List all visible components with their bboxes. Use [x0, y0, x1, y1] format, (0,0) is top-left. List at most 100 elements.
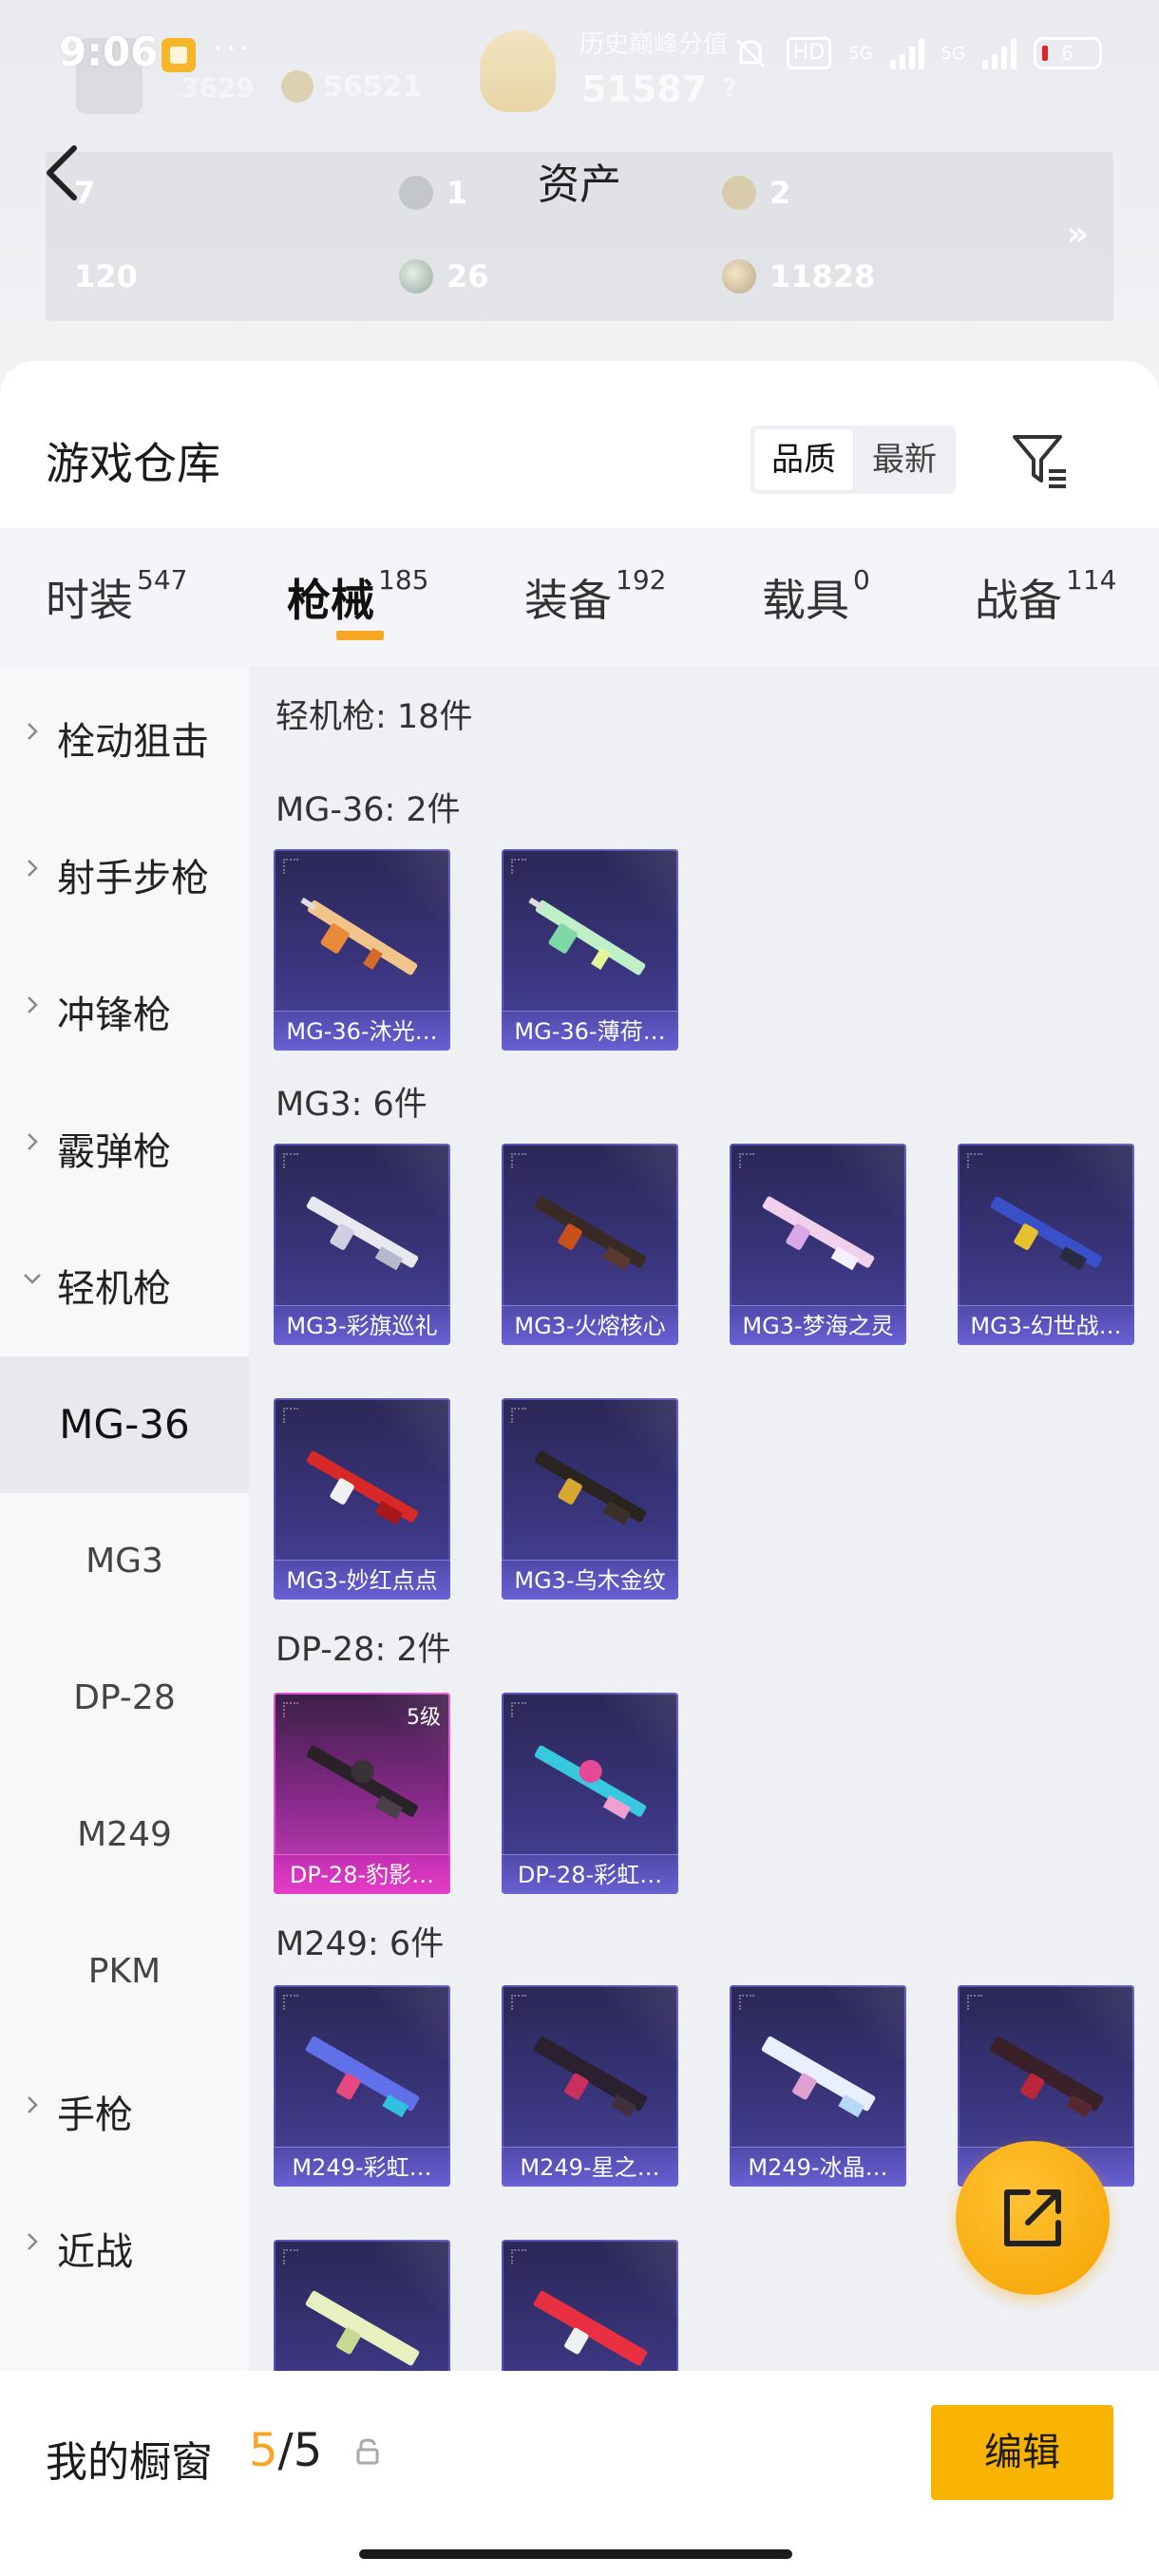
corner-decoration: [283, 1702, 298, 1717]
category-bolt-sniper[interactable]: 栓动狙击: [0, 667, 249, 800]
chevron-down-icon: [24, 1274, 41, 1284]
weapon-image: [762, 1196, 875, 1271]
asset-item: 26: [399, 258, 489, 294]
weapon-category-nav: 栓动狙击 射手步枪 冲锋枪 霰弹枪 轻机枪 MG-36 MG3 DP-28 M2…: [0, 667, 249, 2371]
battery-level: 6: [1061, 42, 1074, 65]
weapon-skin-name: M249-彩虹…: [274, 2147, 450, 2187]
corner-decoration: [283, 1995, 298, 2010]
tab-vehicles[interactable]: 载具 0: [762, 564, 870, 629]
corner-decoration: [283, 1153, 298, 1168]
subcategory-m249[interactable]: M249: [0, 1767, 249, 1904]
sort-toggle: 品质 最新: [750, 426, 956, 494]
category-label: 射手步枪: [57, 857, 209, 900]
category-lmg[interactable]: 轻机枪: [0, 1214, 249, 1347]
battery-icon: 6: [1034, 37, 1102, 69]
weapon-skin-card[interactable]: MG-36-沐光…: [274, 849, 450, 1051]
tab-count: 547: [137, 564, 188, 596]
weapon-skin-card[interactable]: MG3-幻世战…: [958, 1144, 1134, 1345]
weapon-skin-card[interactable]: MG-36-薄荷…: [502, 849, 678, 1051]
weapon-skin-name: MG-36-薄荷…: [502, 1011, 678, 1051]
showcase-total: 5: [293, 2424, 323, 2477]
page-title: 资产: [538, 161, 621, 209]
showcase-separator: /: [277, 2424, 294, 2477]
weapon-skin-name: MG3-妙红点点: [274, 1560, 450, 1600]
tab-label: 战备: [975, 575, 1062, 626]
subcategory-mg36[interactable]: MG-36: [0, 1356, 249, 1493]
assets-expand-button[interactable]: »: [1067, 215, 1089, 254]
weapon-skin-card[interactable]: MG3-妙红点点: [274, 1398, 450, 1600]
subcategory-mg3[interactable]: MG3: [0, 1493, 249, 1630]
tab-fashion[interactable]: 时装 547: [46, 564, 188, 629]
weapon-skin-name: MG3-乌木金纹: [502, 1560, 678, 1600]
weapon-image: [533, 2290, 648, 2366]
category-pistol[interactable]: 手枪: [0, 2040, 249, 2173]
weapon-skin-card[interactable]: M249-星之…: [502, 1985, 678, 2187]
sort-newest-button[interactable]: 最新: [855, 429, 954, 490]
share-button[interactable]: [956, 2141, 1110, 2295]
weapon-skin-name: DP-28-豹影…: [274, 1854, 450, 1894]
subcategory-label: MG3: [86, 1542, 163, 1581]
corner-decoration: [511, 1153, 526, 1168]
weapon-skin-card[interactable]: MG3-火熔核心: [502, 1144, 678, 1345]
lock-icon: [356, 2438, 379, 2465]
chevron-right-icon: [28, 723, 38, 740]
showcase-current: 5: [249, 2424, 278, 2477]
sort-quality-button[interactable]: 品质: [754, 429, 853, 490]
corner-decoration: [283, 1408, 298, 1423]
weapon-skin-card[interactable]: [502, 2240, 678, 2371]
category-shotgun[interactable]: 霰弹枪: [0, 1077, 249, 1210]
tab-label: 载具: [762, 575, 849, 626]
filter-icon[interactable]: [1009, 429, 1070, 490]
asset-item: 120: [74, 258, 138, 655]
category-smg[interactable]: 冲锋枪: [0, 940, 249, 1073]
tab-equipment[interactable]: 装备 192: [524, 564, 666, 629]
weapon-skin-name: M249-星之…: [502, 2147, 678, 2187]
weapon-image: [528, 897, 646, 975]
weapon-skin-name: MG3-彩旗巡礼: [274, 1305, 450, 1345]
corner-decoration: [283, 2249, 298, 2264]
weapon-skin-card[interactable]: MG3-乌木金纹: [502, 1398, 678, 1600]
corner-decoration: [511, 859, 526, 874]
tab-supplies[interactable]: 战备 114: [975, 564, 1117, 629]
weapon-image: [305, 2290, 420, 2366]
home-indicator[interactable]: [359, 2549, 792, 2559]
corner-decoration: [967, 1153, 982, 1168]
weapon-skin-card[interactable]: [274, 2240, 450, 2371]
subcategory-label: MG-36: [59, 1401, 190, 1448]
category-label: 霰弹枪: [57, 1130, 171, 1174]
weapon-skin-card[interactable]: M249-冰晶…: [730, 1985, 906, 2187]
corner-decoration: [511, 1408, 526, 1423]
category-marksman-rifle[interactable]: 射手步枪: [0, 804, 249, 937]
weapon-skin-card[interactable]: 5级 DP-28-豹影…: [274, 1693, 450, 1894]
weapon-skin-name: MG-36-沐光…: [274, 1011, 450, 1051]
subcategory-dp28[interactable]: DP-28: [0, 1630, 249, 1767]
warehouse-title: 游戏仓库: [46, 438, 220, 489]
chevron-right-icon: [28, 996, 38, 1013]
weapon-image: [761, 2036, 876, 2118]
subcategory-pkm[interactable]: PKM: [0, 1904, 249, 2040]
asset-item: 11828: [722, 258, 875, 294]
subcategory-label: DP-28: [73, 1678, 176, 1717]
network-5g-label: 5G: [940, 43, 965, 64]
weapon-skin-card[interactable]: MG3-梦海之灵: [730, 1144, 906, 1345]
weapon-image: [533, 2036, 648, 2118]
edit-showcase-button[interactable]: 编辑: [931, 2405, 1113, 2500]
chevron-right-icon: [28, 1133, 38, 1150]
tab-label: 时装: [46, 575, 133, 626]
weapon-skin-card[interactable]: MG3-彩旗巡礼: [274, 1144, 450, 1345]
section-title: MG3: 6件: [276, 1086, 428, 1124]
category-label: 手枪: [57, 2093, 133, 2137]
tab-label: 装备: [524, 575, 612, 626]
weapon-skin-card[interactable]: DP-28-彩虹…: [502, 1693, 678, 1894]
weapon-image: [534, 1745, 647, 1820]
weapon-image: [306, 1450, 419, 1525]
corner-decoration: [283, 859, 298, 874]
weapon-skin-card[interactable]: M249-彩虹…: [274, 1985, 450, 2187]
section-title: DP-28: 2件: [276, 1631, 451, 1669]
tab-count: 114: [1066, 564, 1117, 596]
tab-weapons[interactable]: 枪械 185: [287, 564, 428, 629]
weapon-skin-name: DP-28-彩虹…: [502, 1854, 678, 1894]
tab-count: 0: [853, 564, 870, 596]
category-melee[interactable]: 近战: [0, 2177, 249, 2310]
tab-label: 枪械: [287, 575, 374, 626]
